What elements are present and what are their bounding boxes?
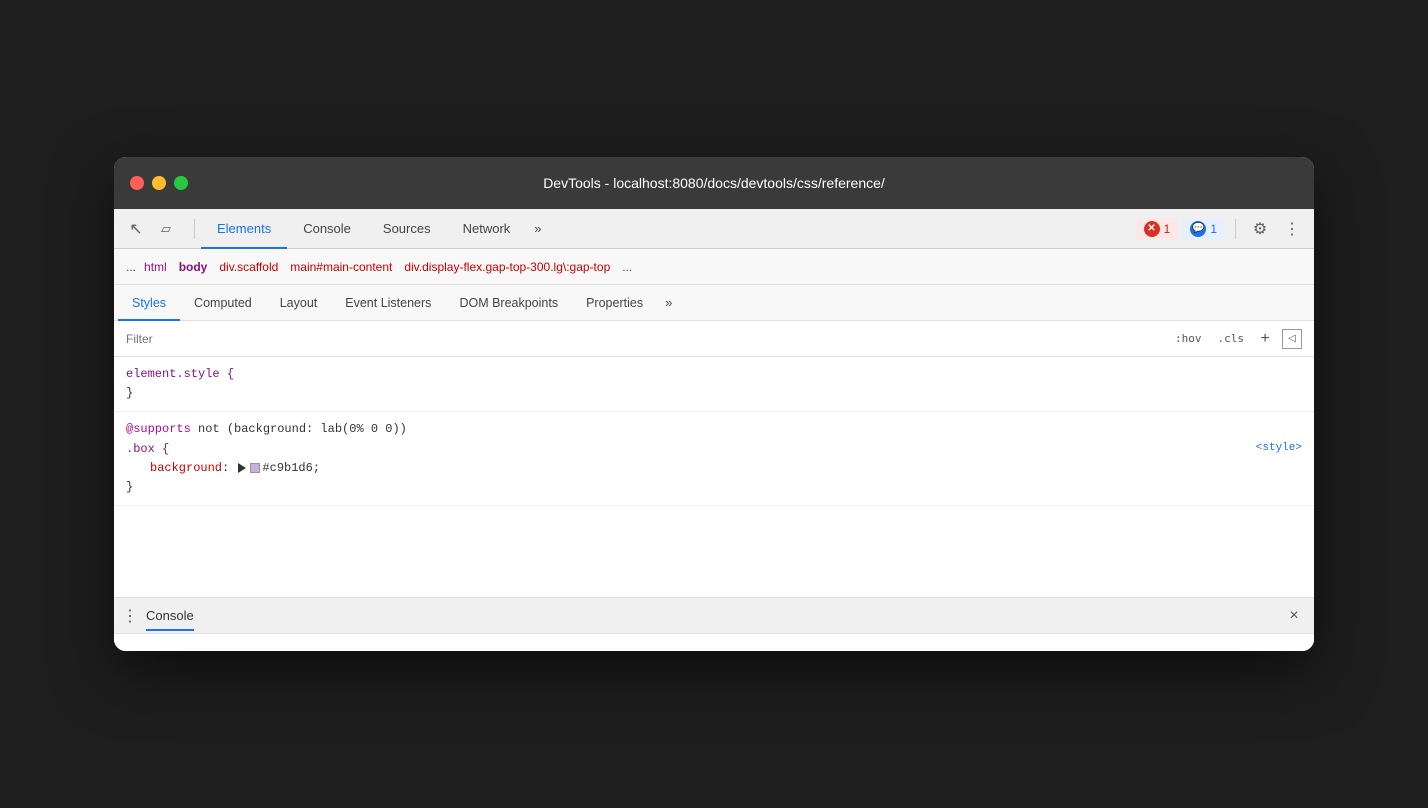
breadcrumb-more[interactable]: ... [126, 260, 136, 274]
style-tab-styles[interactable]: Styles [118, 285, 180, 321]
color-swatch-button[interactable] [250, 463, 260, 473]
cursor-icon-btn[interactable]: ↖ [122, 215, 150, 243]
gear-icon: ⚙ [1253, 219, 1267, 239]
style-tab-event-listeners[interactable]: Event Listeners [331, 285, 445, 321]
console-drawer-header: ⋮ Console × [114, 598, 1314, 634]
css-rule-element-style: element.style { } [114, 357, 1314, 412]
filter-input[interactable] [126, 332, 1171, 346]
css-selector-box: .box { [126, 442, 169, 456]
style-tab-properties[interactable]: Properties [572, 285, 657, 321]
console-drawer-title: Console [146, 608, 194, 623]
close-button[interactable] [130, 176, 144, 190]
console-drawer: ⋮ Console × [114, 597, 1314, 651]
breadcrumb-html[interactable]: html [144, 260, 167, 274]
devtools-window: DevTools - localhost:8080/docs/devtools/… [114, 157, 1314, 651]
css-closing-brace-1: } [126, 386, 133, 400]
styles-tabs: Styles Computed Layout Event Listeners D… [114, 285, 1314, 321]
css-property-background: background [150, 461, 222, 475]
breadcrumb-scaffold[interactable]: div.scaffold [219, 260, 278, 274]
css-value-background: #c9b1d6; [262, 461, 320, 475]
maximize-button[interactable] [174, 176, 188, 190]
css-at-args: not (background: lab(0% 0 0)) [191, 422, 407, 436]
collapse-button[interactable]: ◁ [1282, 329, 1302, 349]
info-icon: 💬 [1190, 221, 1206, 237]
traffic-lights [130, 176, 188, 190]
drawer-menu-icon[interactable]: ⋮ [122, 606, 138, 626]
tab-sources[interactable]: Sources [367, 209, 447, 249]
error-icon: ✕ [1144, 221, 1160, 237]
toolbar-icons: ↖ ▱ [122, 215, 180, 243]
filter-bar: :hov .cls + ◁ [114, 321, 1314, 357]
css-selector-element-style: element.style { [126, 367, 234, 381]
styles-tabs-more[interactable]: » [657, 285, 680, 321]
console-drawer-body [114, 634, 1314, 651]
style-tab-computed[interactable]: Computed [180, 285, 266, 321]
device-icon: ▱ [161, 221, 171, 237]
toolbar-divider-2 [1235, 219, 1236, 239]
css-rule-supports: @supports not (background: lab(0% 0 0)) … [114, 412, 1314, 506]
toolbar-divider [194, 219, 195, 239]
titlebar: DevTools - localhost:8080/docs/devtools/… [114, 157, 1314, 209]
main-tabs: Elements Console Sources Network » [201, 209, 1136, 249]
cursor-icon: ↖ [129, 219, 142, 239]
gear-btn[interactable]: ⚙ [1246, 215, 1274, 243]
filter-actions: :hov .cls + ◁ [1171, 329, 1302, 349]
breadcrumb-main[interactable]: main#main-content [290, 260, 392, 274]
hov-button[interactable]: :hov [1171, 330, 1206, 347]
cls-button[interactable]: .cls [1214, 330, 1249, 347]
add-style-button[interactable]: + [1256, 330, 1274, 348]
expand-triangle-btn[interactable] [238, 463, 246, 473]
minimize-button[interactable] [152, 176, 166, 190]
info-count: 1 [1210, 222, 1217, 236]
window-title: DevTools - localhost:8080/docs/devtools/… [543, 175, 885, 191]
css-area: element.style { } @supports not (backgro… [114, 357, 1314, 597]
breadcrumb-body[interactable]: body [179, 260, 208, 274]
tab-console[interactable]: Console [287, 209, 367, 249]
breadcrumb-div[interactable]: div.display-flex.gap-top-300.lg\:gap-top [404, 260, 610, 274]
style-tab-layout[interactable]: Layout [266, 285, 332, 321]
more-vert-btn[interactable]: ⋮ [1278, 215, 1306, 243]
css-source-link[interactable]: <style> [1256, 440, 1302, 458]
main-toolbar: ↖ ▱ Elements Console Sources Network [114, 209, 1314, 249]
breadcrumb: ... html body div.scaffold main#main-con… [114, 249, 1314, 285]
info-badge-btn[interactable]: 💬 1 [1182, 218, 1225, 240]
console-drawer-close-button[interactable]: × [1282, 604, 1306, 628]
style-tab-dom-breakpoints[interactable]: DOM Breakpoints [445, 285, 572, 321]
tab-network[interactable]: Network [447, 209, 527, 249]
css-at-rule: @supports [126, 422, 191, 436]
error-badge-btn[interactable]: ✕ 1 [1136, 218, 1179, 240]
more-vert-icon: ⋮ [1284, 219, 1300, 239]
error-count: 1 [1164, 222, 1171, 236]
toolbar-right: ✕ 1 💬 1 ⚙ ⋮ [1136, 215, 1306, 243]
css-closing-brace-2: } [126, 480, 133, 494]
tab-elements[interactable]: Elements [201, 209, 287, 249]
devtools-container: ↖ ▱ Elements Console Sources Network [114, 209, 1314, 651]
device-icon-btn[interactable]: ▱ [152, 215, 180, 243]
breadcrumb-ellipsis[interactable]: ... [622, 260, 632, 274]
tabs-more[interactable]: » [526, 209, 549, 249]
